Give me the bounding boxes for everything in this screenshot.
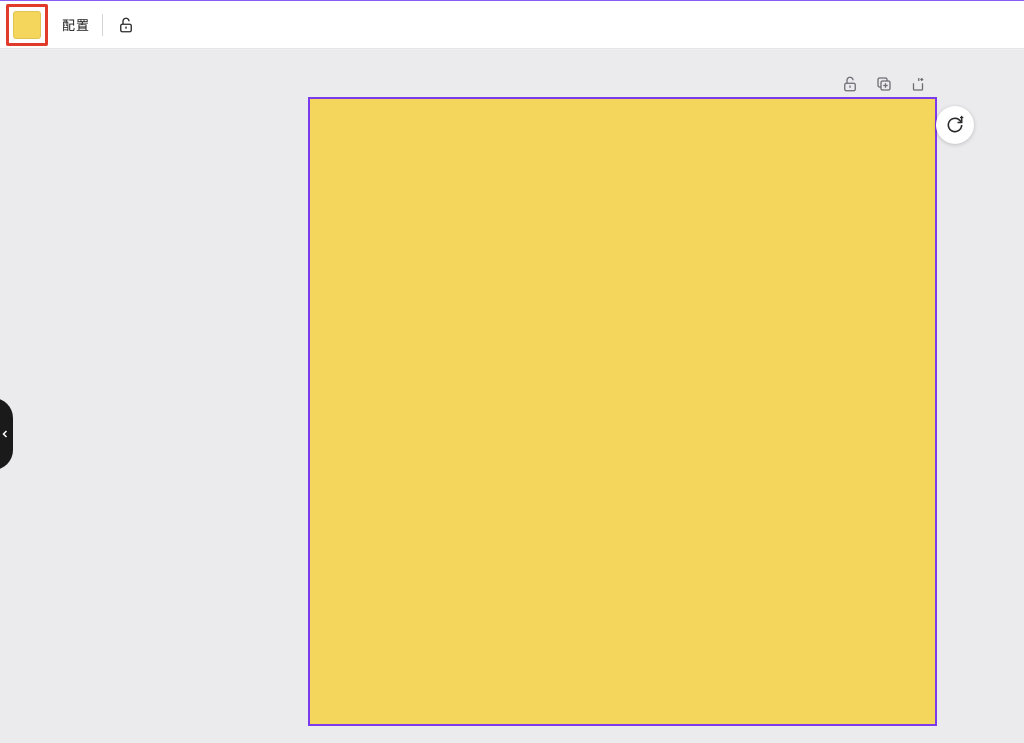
color-swatch: [13, 11, 41, 39]
refresh-plus-icon: [945, 115, 965, 135]
chevron-left-icon: [1, 429, 9, 439]
unlock-icon: [841, 75, 859, 93]
color-swatch-button[interactable]: [6, 4, 48, 46]
canvas-area[interactable]: [0, 50, 1024, 743]
canvas-toolbar: [840, 74, 928, 94]
rectangle-shape[interactable]: [310, 99, 935, 724]
selected-shape-container[interactable]: [310, 99, 935, 724]
toolbar: 配置: [0, 1, 1024, 49]
share-icon: [909, 75, 927, 93]
unlock-icon: [117, 16, 135, 34]
regenerate-button[interactable]: [936, 106, 974, 144]
duplicate-icon: [875, 75, 893, 93]
toolbar-divider: [102, 14, 103, 36]
unlock-button[interactable]: [840, 74, 860, 94]
duplicate-button[interactable]: [874, 74, 894, 94]
share-button[interactable]: [908, 74, 928, 94]
arrange-label[interactable]: 配置: [62, 15, 90, 34]
lock-toggle-button[interactable]: [115, 14, 137, 36]
